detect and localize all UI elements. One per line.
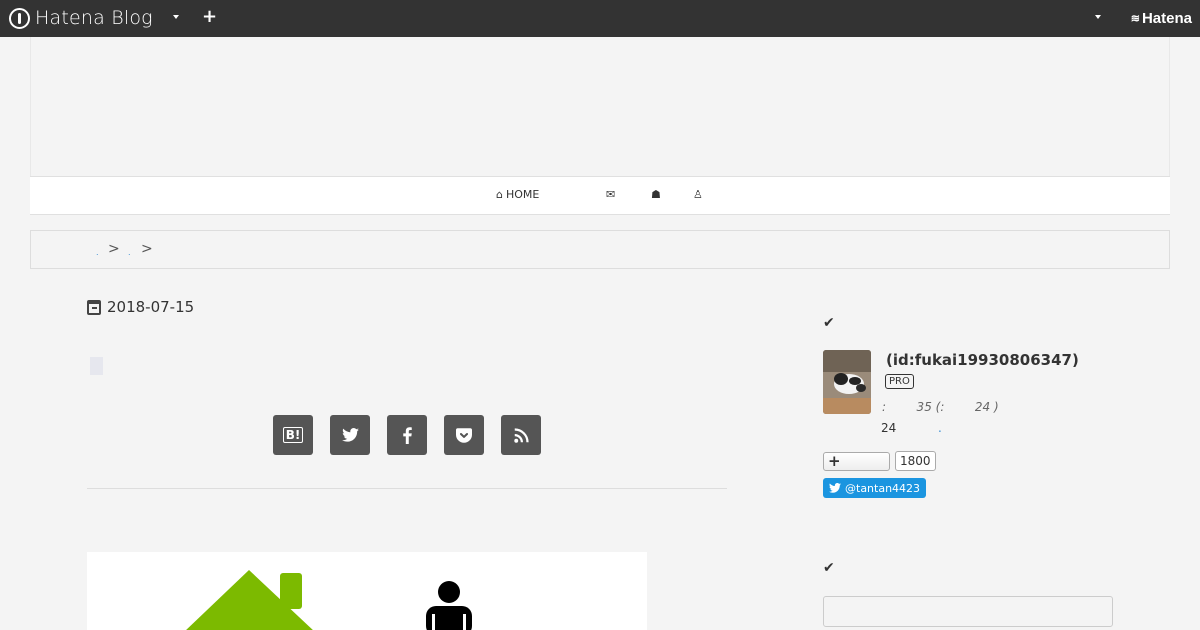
profile-name[interactable]: (id:fukai19930806347) (886, 351, 1079, 369)
breadcrumb-link-category[interactable]: . (128, 248, 131, 257)
user-icon: ☗ (651, 188, 661, 201)
follow-button[interactable]: + (823, 452, 890, 471)
add-entry-button[interactable]: + (202, 7, 217, 27)
blog-menu-chevron-down-icon[interactable] (173, 15, 179, 19)
entry-date-text: 2018-07-15 (107, 298, 195, 316)
global-header: Hatena Blog + ≋ Hatena (0, 0, 1200, 37)
subscribe-rss-button[interactable] (501, 415, 541, 455)
person-icon: ♙ (693, 188, 703, 201)
nav-contact-link[interactable]: ✉ (606, 188, 615, 201)
breadcrumb-separator: > (108, 241, 120, 257)
share-hatena-bookmark-button[interactable]: B! (273, 415, 313, 455)
hatena-logo-icon: ≋ (1130, 13, 1140, 25)
global-nav: ⌂ HOME ✉ ☗ ♙ (30, 176, 1170, 215)
house-person-illustration (186, 570, 472, 630)
search-section-check-icon: ✔ (823, 560, 835, 576)
entry-divider (87, 488, 727, 489)
logo-text: Hatena Blog (35, 7, 153, 29)
twitter-handle: @tantan4423 (845, 481, 921, 495)
profile-section-check-icon: ✔ (823, 315, 835, 331)
nav-about-link[interactable]: ♙ (693, 188, 703, 201)
share-twitter-button[interactable] (330, 415, 370, 455)
nav-profile-link[interactable]: ☗ (651, 188, 661, 201)
twitter-icon (829, 483, 841, 493)
profile-link[interactable]: . (938, 421, 942, 435)
entry-title-placeholder[interactable] (90, 357, 103, 375)
pocket-icon (456, 427, 472, 443)
profile-avatar[interactable] (823, 350, 871, 414)
search-input[interactable] (823, 596, 1113, 627)
entry-image[interactable] (87, 552, 647, 630)
pro-badge: PRO (885, 374, 914, 389)
facebook-icon (402, 426, 412, 444)
hatena-logo[interactable]: ≋ Hatena (1131, 10, 1192, 27)
rss-icon (513, 427, 529, 443)
mail-icon: ✉ (606, 188, 616, 201)
breadcrumb-separator: > (141, 241, 153, 257)
twitter-icon (341, 428, 359, 442)
hatena-bookmark-icon: B! (282, 427, 304, 443)
profile-stats: : 35 (: 24 ) (882, 400, 999, 414)
nav-home-link[interactable]: ⌂ HOME (496, 188, 539, 201)
cat-photo (823, 350, 871, 414)
breadcrumb: . > . > (30, 230, 1170, 269)
home-icon: ⌂ (496, 188, 503, 201)
profile-count: 24 (881, 421, 897, 435)
breadcrumb-link-home[interactable]: . (96, 248, 99, 257)
entry-date[interactable]: 2018-07-15 (87, 298, 194, 316)
blog-header (30, 37, 1170, 176)
hatena-blog-logo[interactable]: Hatena Blog (9, 7, 153, 29)
share-pocket-button[interactable] (444, 415, 484, 455)
plus-icon: + (828, 452, 841, 470)
twitter-follow-button[interactable]: @tantan4423 (823, 478, 927, 498)
follower-count: 1800 (895, 451, 936, 471)
calendar-icon (87, 299, 101, 315)
account-menu-chevron-down-icon[interactable] (1095, 15, 1101, 19)
hatena-blog-logo-icon (9, 7, 30, 29)
nav-home-label: HOME (505, 188, 540, 201)
share-facebook-button[interactable] (387, 415, 427, 455)
hatena-brand-text: Hatena (1141, 10, 1192, 27)
